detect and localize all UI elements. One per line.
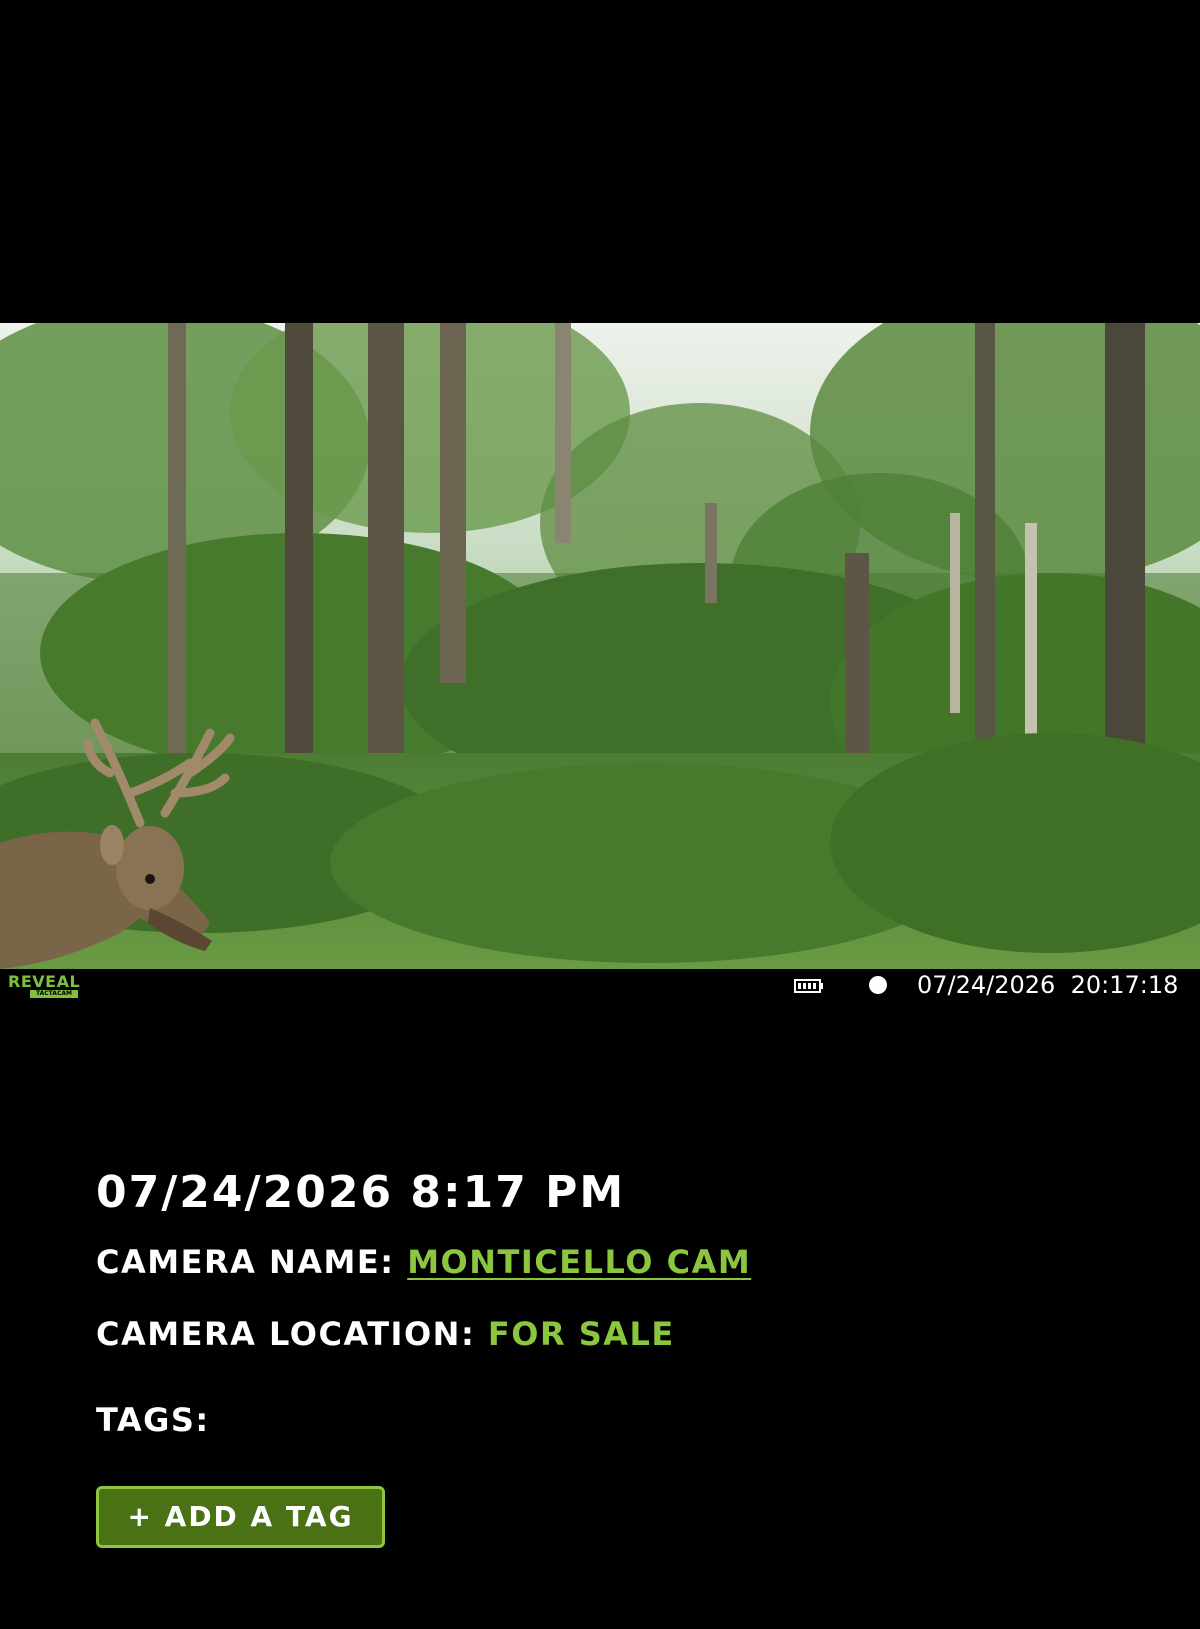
tags-row: TAGS: (96, 1396, 1156, 1444)
trail-camera-photo[interactable] (0, 323, 1200, 969)
camera-name-label: CAMERA NAME: (96, 1243, 395, 1281)
photo-details: 07/24/2026 8:17 PM CAMERA NAME: MONTICEL… (96, 1160, 1156, 1548)
moon-phase-icon (869, 976, 887, 994)
add-tag-button[interactable]: + ADD A TAG (96, 1486, 385, 1548)
forest-scene-image (0, 323, 1200, 969)
reveal-logo: REVEAL TACTACAM (8, 974, 98, 998)
camera-location-row: CAMERA LOCATION: FOR SALE (96, 1310, 1156, 1358)
camera-location-label: CAMERA LOCATION: (96, 1315, 476, 1353)
camera-name-row: CAMERA NAME: MONTICELLO CAM (96, 1238, 1156, 1286)
photo-date-time: 07/24/2026 8:17 PM (96, 1167, 626, 1218)
photo-viewer: REVEAL TACTACAM 07/24/2026 20:17:18 (0, 0, 1200, 1040)
camera-timestamp: 07/24/2026 20:17:18 (917, 971, 1179, 999)
camera-location-value: FOR SALE (487, 1315, 675, 1353)
battery-icon (794, 979, 823, 993)
brand-subtext: TACTACAM (30, 990, 78, 998)
camera-info-strip: REVEAL TACTACAM 07/24/2026 20:17:18 (0, 969, 1200, 1003)
tags-label: TAGS: (96, 1401, 210, 1439)
camera-name-link[interactable]: MONTICELLO CAM (407, 1243, 751, 1281)
brand-text: REVEAL (8, 972, 81, 991)
